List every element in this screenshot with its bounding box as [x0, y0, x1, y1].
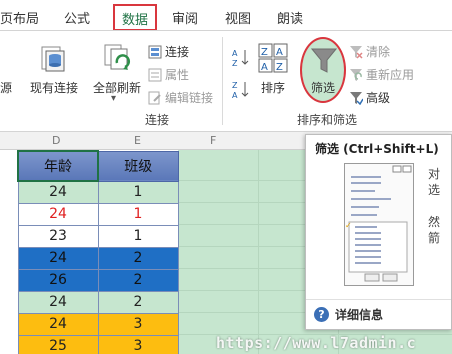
properties-button[interactable]: 属性 — [148, 66, 189, 83]
svg-text:A: A — [261, 62, 268, 73]
cell-class[interactable]: 2 — [97, 246, 179, 270]
cell-age[interactable]: 24 — [17, 246, 99, 270]
clear-filter-button[interactable]: 清除 — [349, 43, 390, 60]
reapply-label: 重新应用 — [366, 68, 415, 82]
watermark-text: https://www.l7admin.c — [216, 334, 417, 352]
edit-links-label: 编辑链接 — [165, 91, 214, 105]
chevron-down-icon: ▾ — [111, 93, 117, 104]
cell-age[interactable]: 26 — [17, 268, 99, 292]
table-row: 24 3 — [17, 312, 179, 336]
help-icon: ? — [314, 307, 329, 322]
tooltip-description-fragment: 然 — [428, 215, 441, 229]
table-row: 23 1 — [17, 224, 179, 248]
sort-descending-icon: Z A — [232, 81, 249, 100]
existing-connections-icon — [41, 46, 65, 72]
table-row: 25 3 — [17, 334, 179, 354]
tab-view[interactable]: 视图 — [225, 8, 251, 27]
tooltip-preview-image: ✓ — [344, 163, 414, 286]
sort-icon: Z A A Z — [258, 43, 288, 73]
advanced-filter-icon — [350, 91, 363, 105]
table-row: 24 1 — [17, 180, 179, 204]
cell-class[interactable]: 1 — [97, 180, 179, 204]
properties-label: 属性 — [165, 68, 190, 82]
more-info-link[interactable]: 详细信息 — [335, 306, 383, 323]
cell-age[interactable]: 24 — [17, 290, 99, 314]
filter-dropdown-preview: ✓ — [345, 165, 412, 282]
partial-button-label[interactable]: 源 — [0, 79, 12, 96]
group-divider — [222, 37, 223, 125]
column-header-d[interactable]: D — [52, 134, 60, 147]
cell-age[interactable]: 24 — [17, 180, 99, 204]
svg-text:A: A — [276, 47, 283, 58]
svg-text:Z: Z — [276, 62, 283, 73]
edit-links-icon — [148, 91, 161, 104]
connections-icon — [148, 45, 162, 58]
connections-label: 连接 — [165, 45, 190, 59]
reapply-icon — [350, 68, 362, 81]
column-header-e[interactable]: E — [134, 134, 141, 147]
sort-az-button[interactable]: A Z — [231, 47, 251, 73]
sort-filter-group-label: 排序和筛选 — [297, 113, 358, 127]
tab-formulas[interactable]: 公式 — [64, 8, 90, 27]
svg-text:Z: Z — [232, 59, 238, 68]
cell-class[interactable]: 3 — [97, 334, 179, 354]
svg-text:A: A — [232, 49, 238, 58]
clear-filter-icon — [350, 45, 363, 59]
tab-read-aloud[interactable]: 朗读 — [277, 8, 303, 27]
cell-age[interactable]: 23 — [17, 224, 99, 248]
cell-class[interactable]: 2 — [97, 290, 179, 314]
advanced-label: 高级 — [366, 91, 391, 105]
tooltip-title: 筛选 (Ctrl+Shift+L) — [315, 142, 439, 156]
clear-label: 清除 — [366, 45, 391, 59]
tooltip-description-fragment: 对 — [428, 167, 441, 181]
sort-label: 排序 — [261, 81, 286, 95]
header-cell-age[interactable]: 年龄 — [17, 150, 99, 182]
cell-age[interactable]: 24 — [17, 202, 99, 226]
column-header-f[interactable]: F — [210, 134, 216, 147]
advanced-filter-button[interactable]: 高级 — [349, 89, 390, 106]
edit-links-button[interactable]: 编辑链接 — [148, 89, 213, 106]
tab-data[interactable]: 数据 — [113, 4, 158, 31]
properties-icon — [148, 68, 162, 81]
refresh-all-label: 全部刷新 — [93, 81, 142, 95]
header-cell-class[interactable]: 班级 — [97, 150, 179, 182]
table-row: 24 1 — [17, 202, 179, 226]
svg-text:✓: ✓ — [345, 221, 352, 230]
table-header-row: 年龄 班级 — [17, 150, 179, 182]
cell-age[interactable]: 24 — [17, 312, 99, 336]
cell-class[interactable]: 1 — [97, 224, 179, 248]
cell-class[interactable]: 3 — [97, 312, 179, 336]
sort-za-button[interactable]: Z A — [231, 79, 251, 105]
tooltip-description-fragment: 箭 — [428, 231, 441, 245]
cell-class[interactable]: 1 — [97, 202, 179, 226]
svg-text:Z: Z — [232, 81, 238, 90]
data-table: 年龄 班级 24 1 24 1 23 1 24 2 26 2 24 2 24 3 — [17, 150, 179, 354]
ribbon-panel: 源 现有连接 全部刷新 ▾ 连接 属性 编辑链接 连接 A Z Z A Z A … — [0, 30, 452, 132]
tooltip-footer[interactable]: ? 详细信息 — [306, 299, 451, 329]
table-row: 24 2 — [17, 246, 179, 270]
cell-age[interactable]: 25 — [17, 334, 99, 354]
connections-button[interactable]: 连接 — [148, 43, 189, 60]
table-row: 26 2 — [17, 268, 179, 292]
reapply-button[interactable]: 重新应用 — [349, 66, 414, 83]
filter-funnel-icon — [311, 48, 337, 73]
filter-tooltip: 筛选 (Ctrl+Shift+L) ✓ 对 选 然 箭 ? 详细信息 — [305, 134, 452, 330]
table-row: 24 2 — [17, 290, 179, 314]
existing-connections-label: 现有连接 — [30, 81, 79, 95]
tab-review[interactable]: 审阅 — [172, 8, 198, 27]
tooltip-description-fragment: 选 — [428, 183, 441, 197]
svg-text:A: A — [232, 91, 238, 100]
sort-ascending-icon: A Z — [232, 49, 249, 68]
ribbon-tabs: 页布局 公式 数据 审阅 视图 朗读 — [0, 0, 452, 31]
filter-button[interactable]: 筛选 — [300, 37, 346, 103]
filter-label: 筛选 — [311, 81, 336, 95]
cell-class[interactable]: 2 — [97, 268, 179, 292]
refresh-icon — [104, 44, 130, 70]
connections-group-label: 连接 — [145, 113, 170, 127]
svg-text:Z: Z — [261, 47, 268, 58]
tab-page-layout[interactable]: 页布局 — [0, 8, 39, 27]
